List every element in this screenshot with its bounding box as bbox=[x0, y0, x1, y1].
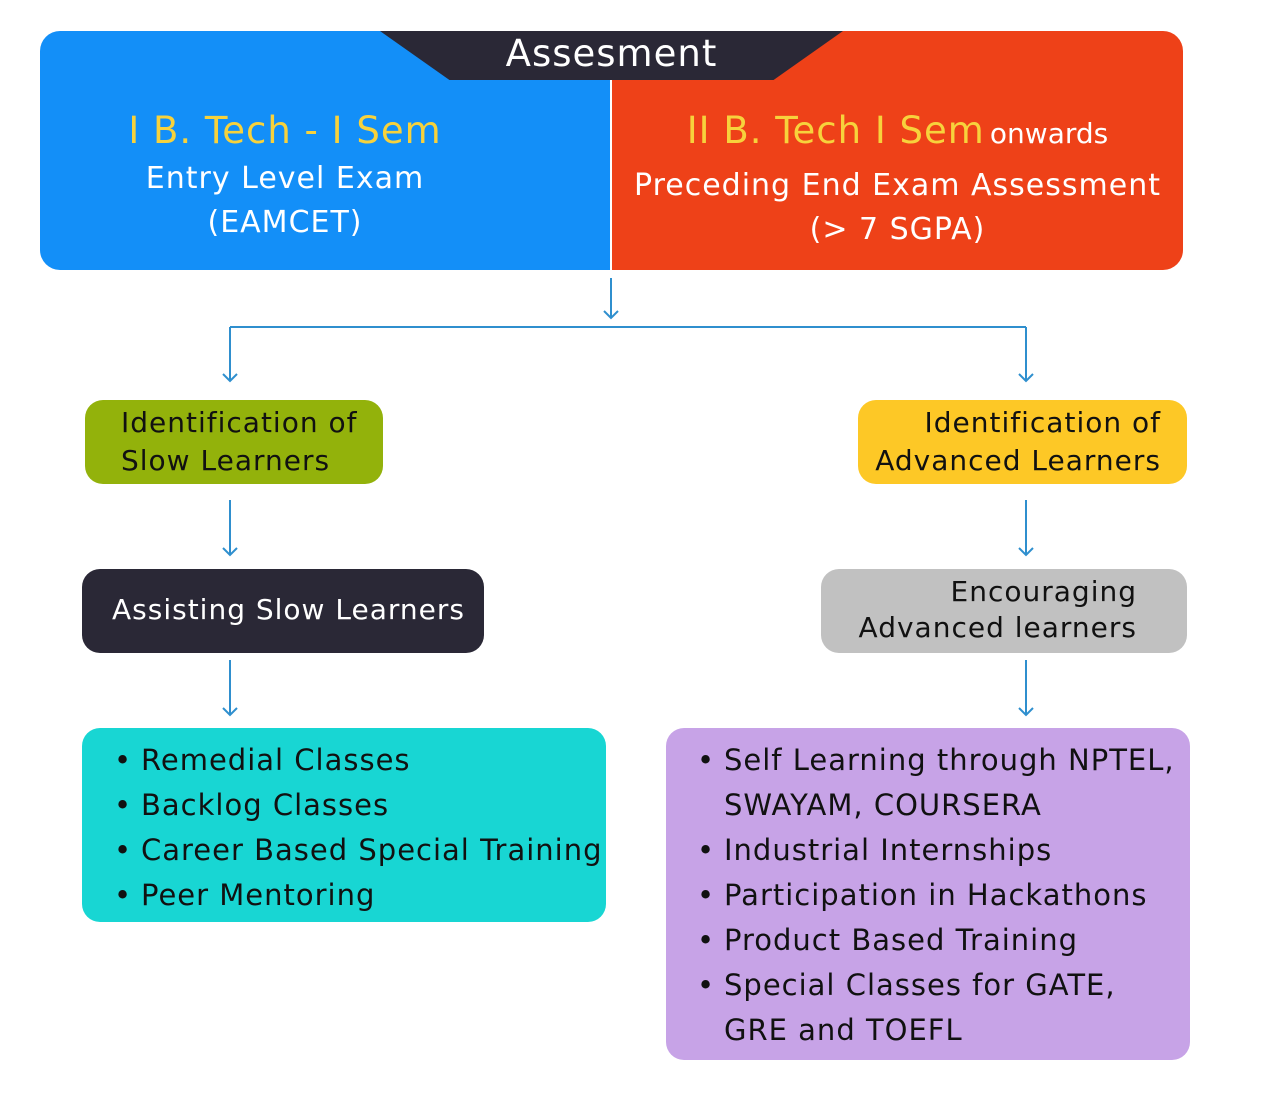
identify-slow-line2: Slow Learners bbox=[121, 444, 331, 477]
advanced-learners-activities-list: Self Learning through NPTEL, SWAYAM, COU… bbox=[697, 738, 1175, 1053]
slow-learners-support-list: Remedial Classes Backlog Classes Career … bbox=[114, 738, 603, 918]
assisting-slow-learners-label: Assisting Slow Learners bbox=[112, 593, 465, 626]
identify-advanced-learners-text: Identification of Advanced Learners bbox=[875, 404, 1161, 480]
slow-learners-support-box: Remedial Classes Backlog Classes Career … bbox=[82, 728, 606, 922]
list-item-line: Special Classes for GATE, bbox=[724, 968, 1116, 1002]
list-item: Peer Mentoring bbox=[114, 873, 603, 918]
list-item: Career Based Special Training bbox=[114, 828, 603, 873]
list-item: Product Based Training bbox=[697, 918, 1175, 963]
identify-advanced-line2: Advanced Learners bbox=[875, 444, 1161, 477]
list-item: Remedial Classes bbox=[114, 738, 603, 783]
list-item-line: SWAYAM, COURSERA bbox=[724, 788, 1042, 822]
encouraging-line2: Advanced learners bbox=[858, 611, 1137, 644]
list-item: Participation in Hackathons bbox=[697, 873, 1175, 918]
list-item: Self Learning through NPTEL, SWAYAM, COU… bbox=[697, 738, 1175, 828]
list-item-line: Self Learning through NPTEL, bbox=[724, 743, 1175, 777]
list-item: Special Classes for GATE, GRE and TOEFL bbox=[697, 963, 1175, 1053]
identify-slow-learners-text: Identification of Slow Learners bbox=[121, 404, 357, 480]
list-item: Backlog Classes bbox=[114, 783, 603, 828]
identify-slow-learners-box: Identification of Slow Learners bbox=[85, 400, 383, 484]
identify-advanced-learners-box: Identification of Advanced Learners bbox=[858, 400, 1187, 484]
advanced-learners-activities-box: Self Learning through NPTEL, SWAYAM, COU… bbox=[666, 728, 1190, 1060]
identify-slow-line1: Identification of bbox=[121, 406, 358, 439]
list-item-line: GRE and TOEFL bbox=[724, 1013, 963, 1047]
encouraging-advanced-learners-box: Encouraging Advanced learners bbox=[821, 569, 1187, 653]
encouraging-line1: Encouraging bbox=[950, 575, 1137, 608]
identify-advanced-line1: Identification of bbox=[924, 406, 1161, 439]
list-item: Industrial Internships bbox=[697, 828, 1175, 873]
assisting-slow-learners-box: Assisting Slow Learners bbox=[82, 569, 484, 653]
encouraging-advanced-learners-text: Encouraging Advanced learners bbox=[859, 574, 1137, 646]
